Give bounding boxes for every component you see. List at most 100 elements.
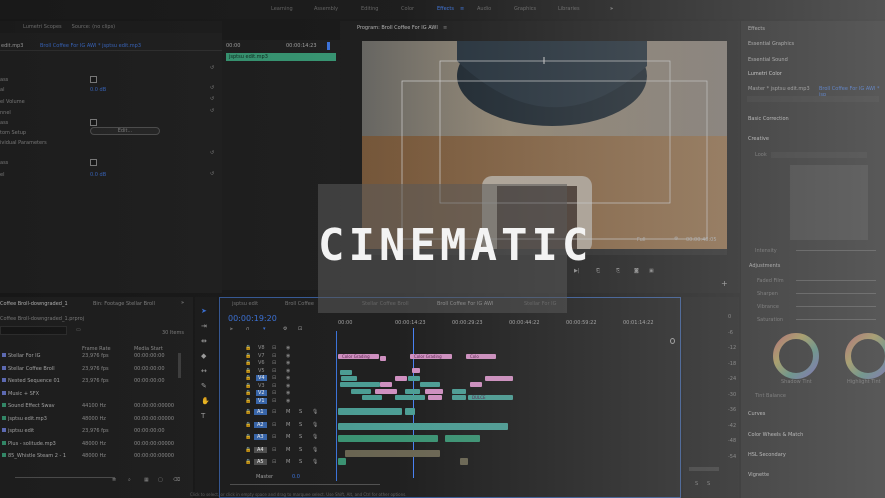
lock-icon[interactable]: 🔒 bbox=[245, 383, 251, 389]
lock-icon[interactable]: 🔒 bbox=[245, 409, 251, 415]
mute-button[interactable]: M bbox=[286, 409, 290, 415]
sync-icon[interactable]: ⊟ bbox=[272, 345, 276, 351]
timeline-scroll-handle[interactable] bbox=[670, 338, 675, 344]
project-item-name[interactable]: 85_Whistle Steam 2 - 1 bbox=[8, 453, 66, 459]
sync-icon[interactable]: ⊟ bbox=[272, 383, 276, 389]
group-color-wheels[interactable]: Color Wheels & Match bbox=[748, 432, 803, 438]
workspace-learning[interactable]: Learning bbox=[271, 6, 293, 12]
timeline-tab[interactable]: Broll Coffee bbox=[285, 301, 314, 307]
section-lumetri-color[interactable]: Lumetri Color bbox=[748, 71, 782, 77]
audio-clip[interactable] bbox=[460, 458, 468, 465]
workspace-editing[interactable]: Editing bbox=[361, 6, 378, 12]
reset-icon[interactable]: ↺ bbox=[210, 96, 214, 102]
track-label[interactable]: A3 bbox=[254, 434, 267, 440]
mute-button[interactable]: M bbox=[286, 447, 290, 453]
workspace-audio[interactable]: Audio bbox=[477, 6, 491, 12]
insert-icon[interactable]: ⎗ bbox=[596, 268, 600, 274]
project-search-input[interactable] bbox=[0, 326, 67, 335]
solo-button[interactable]: S bbox=[299, 459, 302, 465]
audio-clip[interactable] bbox=[430, 450, 440, 457]
track-label[interactable]: V7 bbox=[256, 353, 267, 359]
video-clip[interactable] bbox=[470, 382, 482, 387]
eye-icon[interactable]: ◉ bbox=[286, 360, 290, 366]
eye-icon[interactable]: ◉ bbox=[286, 398, 290, 404]
reset-icon[interactable]: ↺ bbox=[210, 150, 214, 156]
pen-tool-icon[interactable]: ✎ bbox=[201, 382, 207, 390]
ripple-edit-tool-icon[interactable]: ⇹ bbox=[201, 337, 207, 345]
group-vignette[interactable]: Vignette bbox=[748, 472, 769, 478]
overwrite-icon[interactable]: ⎘ bbox=[616, 268, 620, 274]
video-clip[interactable]: Color Grading bbox=[338, 354, 379, 359]
bypass-checkbox[interactable] bbox=[90, 159, 97, 166]
more-tabs-icon[interactable]: » bbox=[181, 300, 184, 306]
project-item-name[interactable]: jsptsu edit.mp3 bbox=[8, 416, 47, 422]
linked-selection-icon[interactable]: ∩ bbox=[246, 326, 250, 332]
mini-timeline-clip[interactable]: jsptsu edit.mp3 bbox=[226, 53, 336, 61]
adjustments-header[interactable]: Adjustments bbox=[749, 263, 780, 269]
eye-icon[interactable]: ◉ bbox=[286, 353, 290, 359]
search-icon[interactable]: ⌕ bbox=[128, 477, 131, 483]
bypass-checkbox[interactable] bbox=[90, 76, 97, 83]
add-button-icon[interactable]: + bbox=[721, 279, 728, 288]
solo-button[interactable]: S bbox=[707, 481, 710, 487]
program-menu-icon[interactable]: ≡ bbox=[443, 25, 447, 31]
lock-icon[interactable]: 🔒 bbox=[245, 368, 251, 374]
eye-icon[interactable]: ◉ bbox=[286, 383, 290, 389]
tab-lumetri-scopes[interactable]: Lumetri Scopes bbox=[23, 24, 62, 30]
program-fit-select[interactable]: Full bbox=[637, 237, 646, 243]
group-creative[interactable]: Creative bbox=[748, 136, 769, 142]
master-value[interactable]: 0.0 bbox=[292, 474, 300, 480]
level-value[interactable]: 0.0 dB bbox=[90, 87, 106, 93]
workspace-libraries[interactable]: Libraries bbox=[558, 6, 580, 12]
sync-icon[interactable]: ⊟ bbox=[272, 434, 276, 440]
list-view-icon[interactable]: ≣ bbox=[112, 477, 116, 483]
reset-icon[interactable]: ↺ bbox=[210, 108, 214, 114]
video-clip[interactable] bbox=[351, 389, 371, 394]
video-clip[interactable] bbox=[405, 389, 420, 394]
lock-icon[interactable]: 🔒 bbox=[245, 360, 251, 366]
intensity-slider[interactable] bbox=[796, 250, 876, 251]
video-clip[interactable]: Colo bbox=[466, 354, 496, 359]
track-label[interactable]: A4 bbox=[254, 446, 267, 453]
reset-icon[interactable]: ↺ bbox=[210, 85, 214, 91]
eye-icon[interactable]: ◉ bbox=[286, 368, 290, 374]
video-clip[interactable] bbox=[425, 389, 443, 394]
workspace-color[interactable]: Color bbox=[401, 6, 414, 12]
video-clip[interactable]: Color Grading bbox=[410, 354, 452, 359]
selection-tool-icon[interactable]: ➤ bbox=[201, 307, 207, 315]
sync-icon[interactable]: ⊟ bbox=[272, 447, 276, 453]
hand-tool-icon[interactable]: ✋ bbox=[201, 397, 210, 405]
video-clip[interactable] bbox=[375, 389, 397, 394]
solo-button[interactable]: S bbox=[299, 434, 302, 440]
track-label[interactable]: V4 bbox=[256, 375, 267, 381]
video-clip[interactable] bbox=[362, 395, 382, 400]
slip-tool-icon[interactable]: ↔ bbox=[201, 367, 207, 375]
audio-clip[interactable] bbox=[338, 458, 346, 465]
video-clip[interactable] bbox=[380, 382, 392, 387]
sync-icon[interactable]: ⊟ bbox=[272, 375, 276, 381]
group-curves[interactable]: Curves bbox=[748, 411, 765, 417]
tab-project[interactable]: Coffee Broll-downgraded_1 bbox=[0, 301, 68, 307]
look-preview[interactable] bbox=[790, 165, 868, 240]
track-label[interactable]: V3 bbox=[256, 383, 267, 389]
reset-icon[interactable]: ↺ bbox=[210, 171, 214, 177]
sync-icon[interactable]: ⊟ bbox=[272, 360, 276, 366]
workspace-graphics[interactable]: Graphics bbox=[514, 6, 536, 12]
audio-clip[interactable] bbox=[345, 450, 435, 457]
mic-icon[interactable]: 🎙 bbox=[312, 409, 318, 415]
reset-icon[interactable]: ↺ bbox=[210, 65, 214, 71]
video-clip[interactable] bbox=[412, 368, 420, 373]
track-label[interactable]: V2 bbox=[256, 390, 267, 396]
mute-button[interactable]: M bbox=[286, 434, 290, 440]
multicam-icon[interactable]: ▣ bbox=[649, 268, 654, 274]
eye-icon[interactable]: ◉ bbox=[286, 345, 290, 351]
video-clip[interactable] bbox=[340, 382, 380, 387]
track-label[interactable]: V5 bbox=[256, 368, 267, 374]
project-item-name[interactable]: Stellar Coffee Broll bbox=[8, 366, 55, 372]
video-clip[interactable] bbox=[452, 389, 466, 394]
lock-icon[interactable]: 🔒 bbox=[245, 375, 251, 381]
more-workspaces-icon[interactable]: » bbox=[610, 6, 613, 12]
look-select[interactable] bbox=[771, 152, 867, 158]
mic-icon[interactable]: 🎙 bbox=[312, 447, 318, 453]
mute-button[interactable]: M bbox=[286, 459, 290, 465]
